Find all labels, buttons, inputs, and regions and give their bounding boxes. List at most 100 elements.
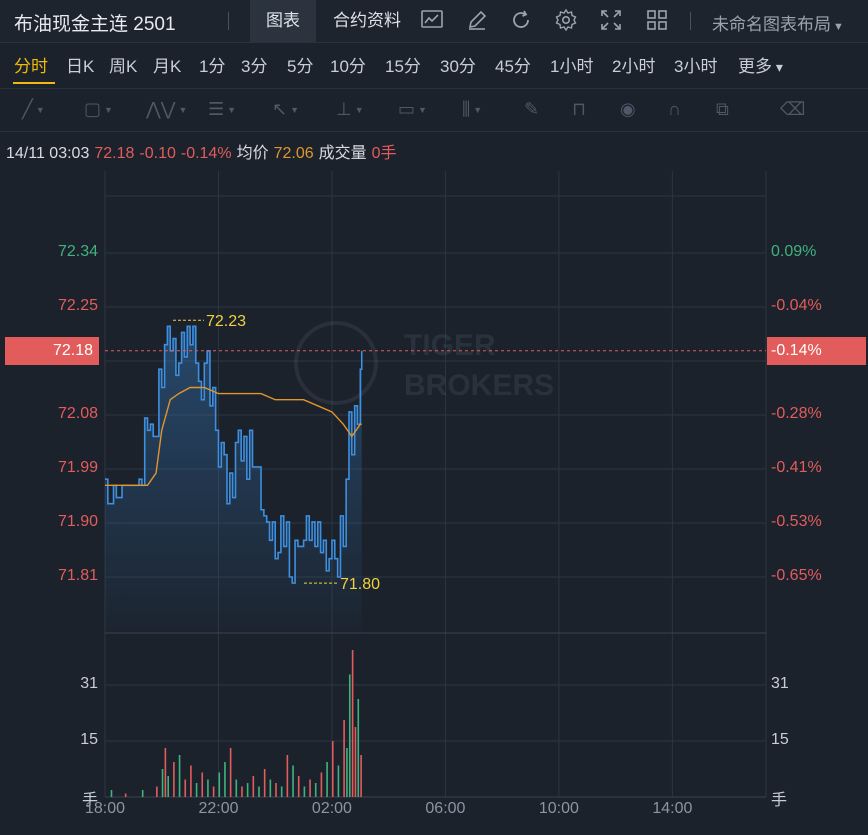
avg-label: 均价 — [236, 145, 269, 162]
volume-bar — [110, 790, 113, 797]
volume-bar — [178, 755, 181, 797]
arrow-icon[interactable]: ↖ ▼ — [272, 98, 306, 120]
volume-bar — [346, 748, 348, 797]
active-period-underline — [13, 82, 55, 84]
period-14[interactable]: 更多 ▾ — [738, 52, 783, 77]
pencil-icon[interactable]: ✎ — [524, 98, 558, 120]
caret-down-icon: ▼ — [354, 105, 364, 116]
volume-bar — [235, 779, 238, 797]
price-tick-label: 72.25 — [57, 297, 98, 314]
pct-tick-label: -0.28% — [771, 405, 822, 422]
volume-bar — [309, 779, 311, 797]
magnet-icon-glyph: ∩ — [668, 99, 681, 119]
volume-bar — [161, 769, 164, 797]
time-tick-label: 14:00 — [652, 800, 693, 817]
period-1[interactable]: 日K — [66, 52, 94, 77]
volume-bar — [224, 762, 226, 797]
time-tick-label: 22:00 — [198, 800, 239, 817]
rectangle-icon[interactable]: ▢ ▼ — [84, 98, 118, 120]
chart-line-icon[interactable] — [419, 8, 445, 34]
volume-bar — [303, 786, 306, 797]
current-pct-badge: -0.14% — [767, 336, 866, 365]
low-label: 71.80 — [340, 576, 380, 593]
volume-bar — [141, 790, 144, 797]
period-2[interactable]: 周K — [109, 52, 137, 77]
period-8[interactable]: 15分 — [385, 52, 421, 77]
caret-down-icon: ▼ — [35, 105, 45, 116]
price-line — [105, 325, 363, 584]
volume-bar — [320, 772, 323, 797]
high-label: 72.23 — [206, 313, 246, 330]
caret-down-icon: ▼ — [833, 21, 844, 33]
divider — [690, 12, 691, 30]
volume-bar — [280, 786, 283, 797]
text-icon[interactable]: ▭ ▼ — [398, 98, 432, 120]
tab-chart[interactable]: 图表 — [250, 0, 316, 42]
divider — [228, 12, 229, 30]
price-tick-label: 72.34 — [57, 243, 98, 260]
period-6[interactable]: 5分 — [287, 52, 313, 77]
volume-bar — [184, 779, 187, 797]
price-tick-label: 71.81 — [57, 567, 98, 584]
volume-bar — [190, 765, 192, 797]
fib-icon[interactable]: ☰ ▼ — [208, 98, 242, 120]
caret-down-icon: ▼ — [178, 105, 188, 116]
pct-tick-label: -0.53% — [771, 513, 822, 530]
trash-icon[interactable]: ⌫ — [780, 98, 814, 120]
period-0[interactable]: 分时 — [14, 52, 48, 77]
watermark-text: BROKERS — [404, 369, 554, 402]
tab-contract-info[interactable]: 合约资料 — [324, 0, 410, 42]
quote-change: -0.10 — [139, 145, 176, 162]
settings-icon[interactable] — [553, 8, 579, 34]
layout-name: 未命名图表布局 — [712, 15, 831, 34]
period-12[interactable]: 2小时 — [612, 52, 655, 77]
volume-bar — [337, 765, 340, 797]
watermark-text: TIGER — [404, 329, 496, 362]
period-4[interactable]: 1分 — [199, 52, 225, 77]
layers-icon[interactable]: ⧉ — [716, 98, 750, 120]
quote-change-pct: -0.14% — [180, 145, 232, 162]
period-10[interactable]: 45分 — [495, 52, 531, 77]
edit-icon[interactable] — [464, 8, 490, 34]
fib-icon-glyph: ☰ — [208, 99, 225, 119]
pencil-icon-glyph: ✎ — [524, 99, 540, 119]
volume-bar — [164, 748, 167, 797]
magnet-icon[interactable]: ∩ — [668, 98, 702, 120]
period-3[interactable]: 月K — [153, 52, 181, 77]
measure-icon[interactable]: ⊥ ▼ — [336, 98, 370, 120]
bars-icon-glyph: ⫼ — [462, 99, 471, 119]
eye-icon-glyph: ◉ — [620, 99, 636, 119]
lock-icon[interactable]: ⊓ — [572, 98, 606, 120]
price-tick-label: 72.08 — [57, 405, 98, 422]
refresh-icon[interactable] — [508, 8, 534, 34]
volume-bar — [269, 779, 272, 797]
period-9[interactable]: 30分 — [440, 52, 476, 77]
volume-bar — [218, 772, 221, 797]
caret-down-icon: ▼ — [104, 105, 113, 116]
layout-dropdown[interactable]: 未命名图表布局 ▼ — [712, 10, 844, 35]
pct-tick-label: -0.65% — [771, 567, 822, 584]
current-price-badge: 72.18 — [5, 336, 99, 365]
volume-tick-label: 手 — [771, 792, 788, 809]
volume-bar — [275, 783, 277, 797]
avg-value: 72.06 — [273, 145, 314, 162]
lock-icon-glyph: ⊓ — [572, 99, 587, 119]
volume-bar — [263, 769, 266, 797]
period-11[interactable]: 1小时 — [550, 52, 593, 77]
caret-down-icon: ▼ — [473, 105, 483, 116]
eye-icon[interactable]: ◉ — [620, 98, 654, 120]
trend-line-icon[interactable]: ╱ ▼ — [22, 98, 56, 120]
volume-tick-label: 31 — [80, 675, 98, 692]
period-13[interactable]: 3小时 — [674, 52, 717, 77]
pct-tick-label: -0.04% — [771, 297, 822, 314]
pattern-icon[interactable]: ⋀⋁ ▼ — [146, 98, 187, 120]
grid-layout-icon[interactable] — [644, 8, 670, 34]
fullscreen-icon[interactable] — [598, 8, 624, 34]
bars-icon[interactable]: ⫼ ▼ — [462, 98, 496, 120]
period-5[interactable]: 3分 — [241, 52, 267, 77]
period-7[interactable]: 10分 — [330, 52, 366, 77]
caret-down-icon: ▼ — [227, 105, 237, 116]
volume-bar — [343, 720, 345, 797]
volume-bar — [258, 786, 260, 797]
avg-line — [105, 386, 362, 487]
